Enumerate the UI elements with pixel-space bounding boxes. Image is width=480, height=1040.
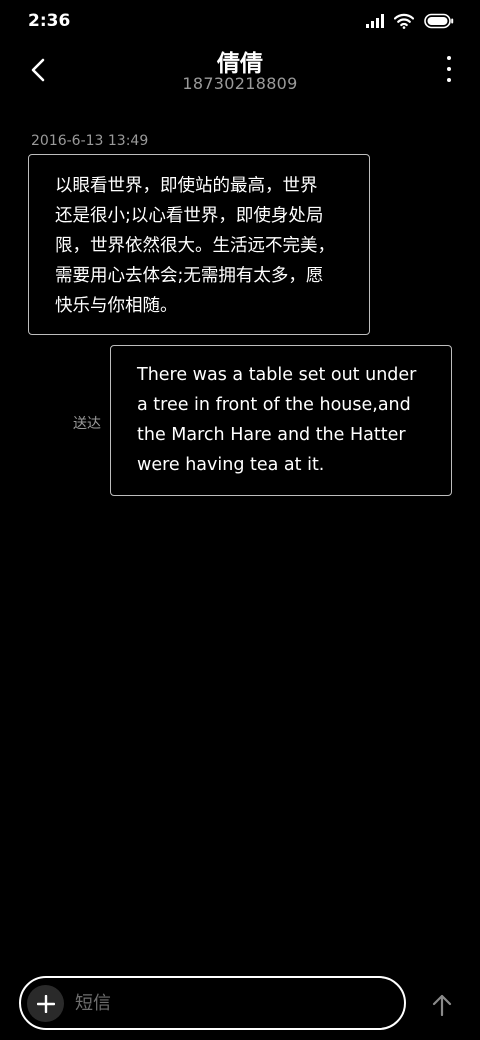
message-line: were having tea at it. xyxy=(137,455,325,475)
status-icons xyxy=(366,12,454,30)
attach-button[interactable] xyxy=(27,985,64,1022)
contact-phone-number: 18730218809 xyxy=(182,74,298,93)
status-bar: 2:36 xyxy=(0,0,480,42)
message-line: 以眼看世界，即使站的最高，世界 xyxy=(55,176,318,196)
outgoing-message-bubble[interactable]: There was a table set out under a tree i… xyxy=(110,345,452,496)
plus-icon xyxy=(36,994,55,1013)
delivery-status: 送达 xyxy=(73,416,101,432)
message-input-bar xyxy=(19,976,406,1030)
send-button[interactable] xyxy=(428,990,456,1020)
signal-icon xyxy=(366,14,384,28)
message-line: There was a table set out under xyxy=(137,365,417,385)
contact-name: 倩倩 xyxy=(217,51,263,77)
send-arrow-icon xyxy=(432,994,452,1016)
message-timestamp: 2016-6-13 13:49 xyxy=(31,133,149,149)
incoming-message-bubble[interactable]: 以眼看世界，即使站的最高，世界 还是很小;以心看世界，即使身处局 限，世界依然很… xyxy=(28,154,370,335)
message-line: 限，世界依然很大。生活远不完美， xyxy=(55,236,335,256)
status-time: 2:36 xyxy=(28,11,71,31)
wifi-icon xyxy=(394,13,414,29)
messaging-screen: 2:36 倩倩 18730218809 2016-6-13 13:49 以眼看世… xyxy=(0,0,480,1040)
message-line: the March Hare and the Hatter xyxy=(137,425,406,445)
message-line: 快乐与你相随。 xyxy=(55,296,178,316)
message-line: 还是很小;以心看世界，即使身处局 xyxy=(55,206,324,226)
message-line: a tree in front of the house,and xyxy=(137,395,411,415)
message-line: 需要用心去体会;无需拥有太多，愿 xyxy=(55,266,324,286)
battery-icon xyxy=(424,13,454,29)
conversation-header: 倩倩 18730218809 xyxy=(0,42,480,110)
more-vertical-icon[interactable] xyxy=(442,56,456,82)
sms-input[interactable] xyxy=(75,986,385,1020)
